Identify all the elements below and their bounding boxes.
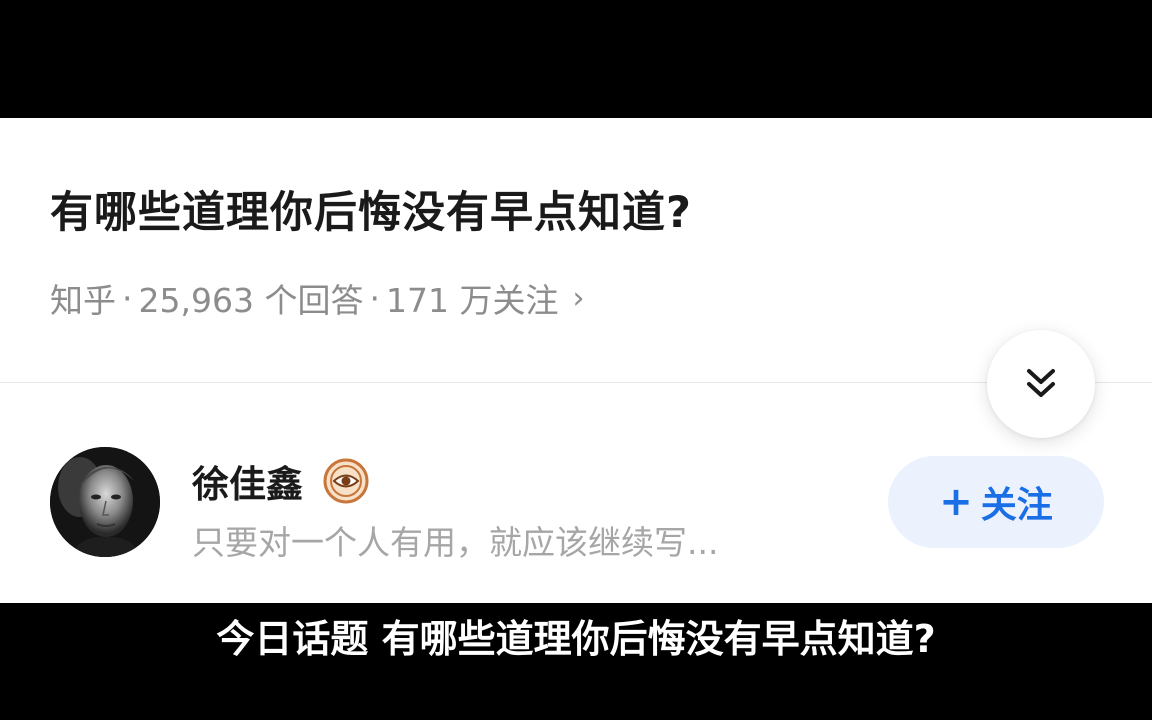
author-name-row[interactable]: 徐佳鑫	[192, 454, 369, 508]
chevron-right-icon: ›	[572, 280, 585, 316]
avatar[interactable]	[50, 447, 160, 557]
author-name: 徐佳鑫	[192, 463, 303, 506]
divider	[0, 382, 1152, 383]
video-subtitle: 今日话题 有哪些道理你后悔没有早点知道?	[216, 617, 936, 661]
eye-badge-icon	[323, 458, 369, 504]
question-card: 有哪些道理你后悔没有早点知道? 知乎 · 25,963 个回答 · 171 万关…	[0, 118, 1152, 603]
author-bio: 只要对一个人有用，就应该继续写...	[192, 523, 719, 562]
collapse-button[interactable]	[987, 330, 1095, 438]
avatar-portrait	[50, 447, 160, 557]
answer-count: 25,963 个回答	[138, 281, 364, 320]
follow-button[interactable]: + 关注	[888, 456, 1104, 548]
question-title[interactable]: 有哪些道理你后悔没有早点知道?	[50, 178, 692, 240]
source-label: 知乎	[50, 281, 116, 320]
plus-icon: +	[939, 479, 973, 525]
meta-separator: ·	[369, 278, 380, 318]
double-chevron-down-icon	[1027, 369, 1055, 397]
follow-label: 关注	[980, 485, 1053, 526]
video-frame: 有哪些道理你后悔没有早点知道? 知乎 · 25,963 个回答 · 171 万关…	[0, 0, 1152, 720]
follower-count: 171 万关注	[385, 281, 559, 320]
meta-separator: ·	[122, 278, 133, 318]
question-meta[interactable]: 知乎 · 25,963 个回答 · 171 万关注 ›	[50, 274, 584, 322]
